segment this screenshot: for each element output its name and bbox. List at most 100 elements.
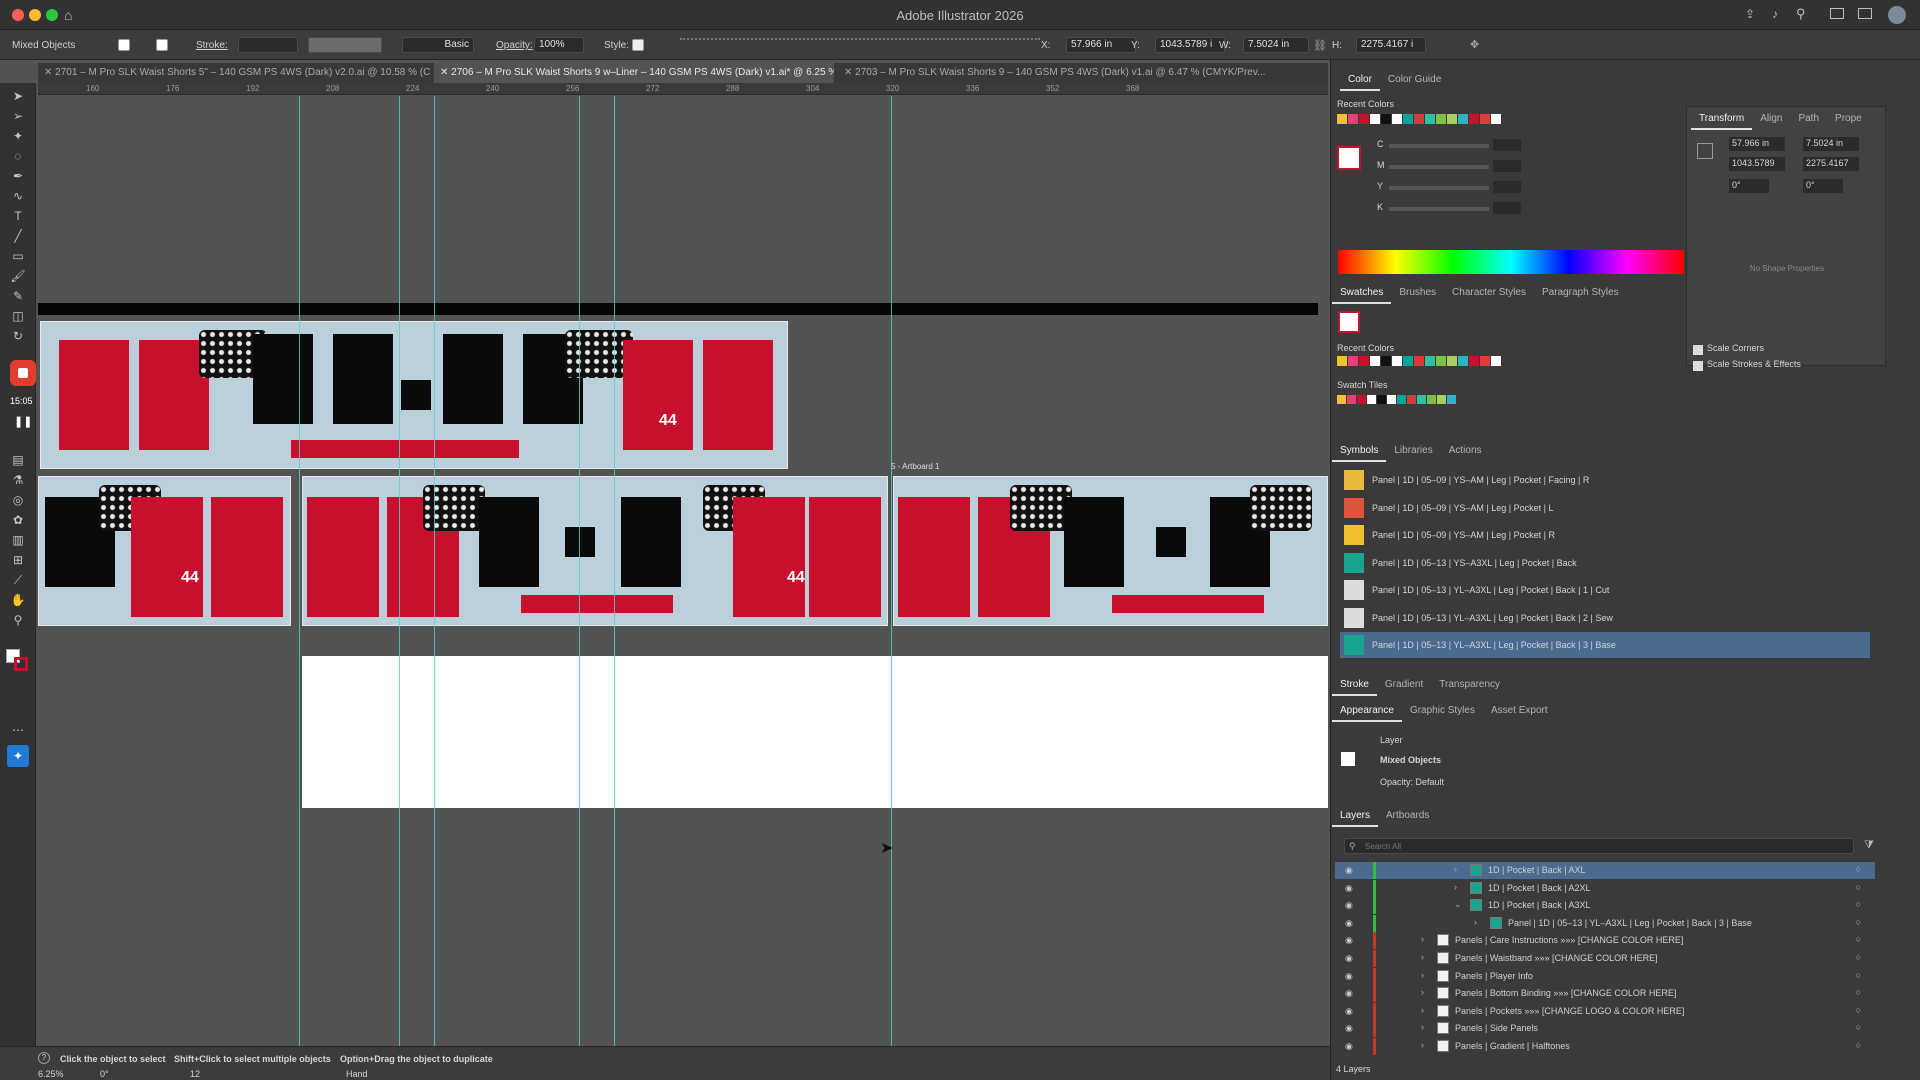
artboard-right[interactable] <box>893 476 1328 626</box>
tab-color-guide[interactable]: Color Guide <box>1380 70 1449 89</box>
symbol-item[interactable]: Panel | 1D | 05–13 | YL–A3XL | Leg | Poc… <box>1340 632 1870 658</box>
arrange-icon[interactable] <box>1858 8 1872 19</box>
visibility-eye-icon[interactable]: ◉ <box>1345 1041 1353 1052</box>
eyedropper-icon[interactable]: ⚗ <box>9 473 27 487</box>
type-tool-icon[interactable]: T <box>9 209 27 223</box>
color-swatch[interactable] <box>1414 356 1424 366</box>
symbol-sprayer-icon[interactable]: ✿ <box>9 513 27 527</box>
layer-row[interactable]: ◉ › Panels | Care Instructions »»» [CHANGE… <box>1335 932 1875 950</box>
chevron-icon[interactable]: › <box>1421 934 1424 944</box>
chevron-icon[interactable]: › <box>1454 864 1457 874</box>
color-swatch[interactable] <box>1370 114 1380 124</box>
generative-icon[interactable]: ✦ <box>7 745 29 767</box>
avatar[interactable] <box>1888 6 1906 24</box>
stroke-swatch[interactable] <box>156 39 168 51</box>
color-swatch[interactable] <box>1491 356 1501 366</box>
style-swatch[interactable] <box>632 39 644 51</box>
chevron-icon[interactable]: › <box>1474 917 1477 927</box>
guide-line[interactable] <box>399 96 400 1051</box>
filter-icon[interactable]: ⧩ <box>1864 839 1874 852</box>
target-icon[interactable]: ○ <box>1856 917 1861 927</box>
chevron-icon[interactable]: › <box>1421 987 1424 997</box>
transform-h-field[interactable]: 2275.4167 <box>1803 157 1859 171</box>
tab-character-styles[interactable]: Character Styles <box>1444 283 1534 302</box>
shaper-icon[interactable]: ✎ <box>9 289 27 303</box>
layer-row[interactable]: ◉ › Panels | Waistband »»» [CHANGE COLOR H… <box>1335 950 1875 967</box>
current-tool-status[interactable]: Hand <box>346 1069 406 1079</box>
k-slider[interactable] <box>1389 207 1489 211</box>
stroke-color-icon[interactable] <box>14 657 28 671</box>
tab-libraries[interactable]: Libraries <box>1386 441 1440 460</box>
symbol-item[interactable]: Panel | 1D | 05–13 | YS–A3XL | Leg | Poc… <box>1340 550 1870 576</box>
color-swatch[interactable] <box>1348 114 1358 124</box>
artboard-left[interactable]: 44 <box>38 476 291 626</box>
tab-doc-2701[interactable]: ✕ 2701 – M Pro SLK Waist Shorts 5" – 140… <box>38 63 430 83</box>
layer-row[interactable]: ◉ › 1D | Pocket | Back | AXL ○ <box>1335 862 1875 879</box>
slice-tool-icon[interactable]: ⟋ <box>9 573 27 587</box>
stroke-label[interactable]: Stroke: <box>196 40 228 51</box>
tab-swatches[interactable]: Swatches <box>1332 283 1392 304</box>
color-swatch[interactable] <box>1447 114 1457 124</box>
artboard-top[interactable]: 44 <box>40 321 788 469</box>
color-swatch[interactable] <box>1337 356 1347 366</box>
opacity-field[interactable]: 100% <box>534 37 584 53</box>
visibility-eye-icon[interactable]: ◉ <box>1345 935 1353 946</box>
artboard-center[interactable]: 44 <box>302 476 888 626</box>
color-swatch[interactable] <box>1480 356 1490 366</box>
color-swatch[interactable] <box>1425 114 1435 124</box>
notification-icon[interactable]: ♪ <box>1772 7 1778 21</box>
symbol-item[interactable]: Panel | 1D | 05–09 | YS–AM | Leg | Pocke… <box>1340 522 1870 548</box>
edit-toolbar-icon[interactable]: ⋯ <box>9 723 27 737</box>
target-icon[interactable]: ○ <box>1856 899 1861 909</box>
tab-layers[interactable]: Layers <box>1332 806 1379 827</box>
tile-swatch[interactable] <box>1387 395 1396 404</box>
tab-asset-export[interactable]: Asset Export <box>1483 701 1556 720</box>
empty-artboard[interactable] <box>302 656 1328 808</box>
target-icon[interactable]: ○ <box>1856 864 1861 874</box>
help-icon[interactable]: ? <box>38 1052 50 1064</box>
layer-row[interactable]: ◉ ⌄ 1D | Pocket | Back | A3XL ○ <box>1335 897 1875 915</box>
color-swatch[interactable] <box>1425 356 1435 366</box>
transform-y-field[interactable]: 1043.5789 <box>1729 157 1785 171</box>
visibility-eye-icon[interactable]: ◉ <box>1345 900 1353 911</box>
tile-swatch[interactable] <box>1357 395 1366 404</box>
color-swatch[interactable] <box>1403 114 1413 124</box>
tile-swatch[interactable] <box>1377 395 1386 404</box>
fill-swatch[interactable] <box>118 39 130 51</box>
tab-doc-2706[interactable]: ✕ 2706 – M Pro SLK Waist Shorts 9 w–Line… <box>434 63 834 83</box>
pen-tool-icon[interactable]: ✒ <box>9 169 27 183</box>
hand-tool-icon[interactable]: ✋ <box>9 593 27 607</box>
layers-search-input[interactable] <box>1365 840 1845 852</box>
graph-tool-icon[interactable]: ▥ <box>9 533 27 547</box>
y-field[interactable]: 1043.5789 i <box>1155 37 1225 53</box>
color-swatch[interactable] <box>1370 356 1380 366</box>
opacity-label[interactable]: Opacity: <box>496 40 533 51</box>
target-icon[interactable]: ○ <box>1856 1040 1861 1050</box>
symbol-item[interactable]: Panel | 1D | 05–13 | YL–A3XL | Leg | Poc… <box>1340 577 1870 603</box>
c-slider[interactable] <box>1389 144 1489 148</box>
m-field[interactable] <box>1493 160 1521 172</box>
appearance-opacity-label[interactable]: Opacity: Default <box>1380 777 1444 787</box>
color-swatch[interactable] <box>1480 114 1490 124</box>
layer-row[interactable]: ◉ › Panels | Player Info ○ <box>1335 967 1875 985</box>
target-icon[interactable]: ○ <box>1856 1005 1861 1015</box>
color-swatch[interactable] <box>1381 114 1391 124</box>
tab-align[interactable]: Align <box>1752 109 1790 128</box>
tab-stroke[interactable]: Stroke <box>1332 675 1377 696</box>
color-swatch[interactable] <box>1348 356 1358 366</box>
tile-swatch[interactable] <box>1427 395 1436 404</box>
color-swatch[interactable] <box>1458 356 1468 366</box>
color-swatch[interactable] <box>1458 114 1468 124</box>
artboard-page-field[interactable]: 12 <box>190 1069 220 1079</box>
gradient-tool-icon[interactable]: ▤ <box>9 453 27 467</box>
zoom-tool-icon[interactable]: ⚲ <box>9 613 27 627</box>
target-icon[interactable]: ○ <box>1856 970 1861 980</box>
share-icon[interactable]: ⇪ <box>1745 7 1755 21</box>
color-swatch[interactable] <box>1447 356 1457 366</box>
color-swatch[interactable] <box>1436 356 1446 366</box>
none-swatch[interactable] <box>1338 311 1360 333</box>
horizontal-ruler[interactable]: 160 176 192 208 224 240 256 272 288 304 … <box>38 83 1328 95</box>
guide-line[interactable] <box>434 96 435 1051</box>
curvature-icon[interactable]: ∿ <box>9 189 27 203</box>
lasso-icon[interactable]: ◌ <box>9 149 27 163</box>
